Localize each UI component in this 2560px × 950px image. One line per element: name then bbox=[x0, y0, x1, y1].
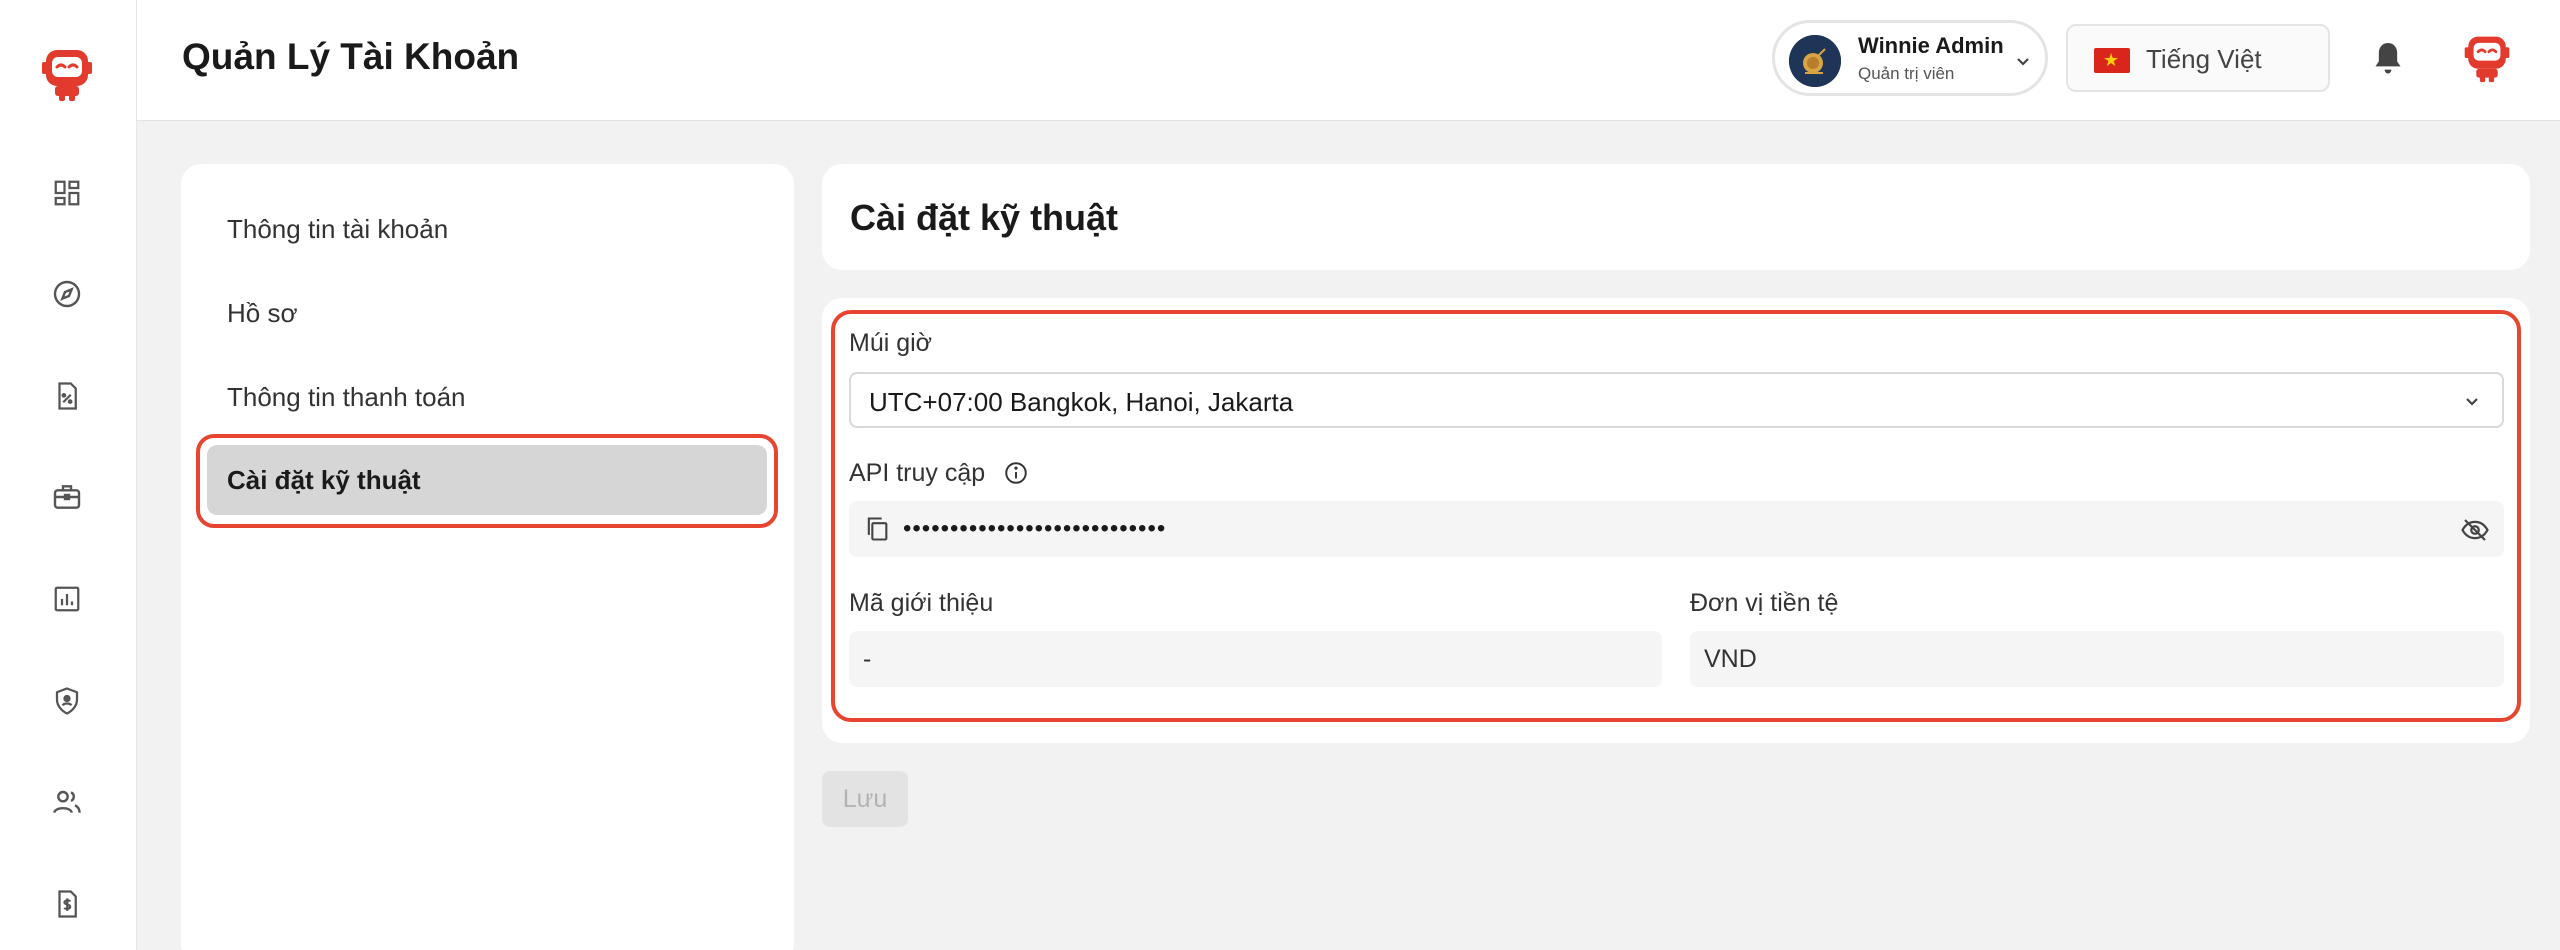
api-key-masked: •••••••••••••••••••••••••••• bbox=[903, 515, 1167, 542]
section-title: Cài đặt kỹ thuật bbox=[850, 197, 1119, 238]
eye-off-icon[interactable] bbox=[2460, 515, 2490, 545]
api-key-field[interactable]: •••••••••••••••••••••••••••• bbox=[849, 501, 2504, 557]
robot-logo-icon[interactable] bbox=[40, 46, 94, 102]
shield-user-icon[interactable] bbox=[48, 682, 86, 720]
user-role: Quản trị viên bbox=[1858, 64, 1955, 83]
menu-item-account-info[interactable]: Thông tin tài khoản bbox=[207, 194, 767, 264]
menu-item-payment-info[interactable]: Thông tin thanh toán bbox=[207, 362, 767, 432]
referral-code-value: - bbox=[863, 645, 872, 673]
vietnam-flag-icon: ★ bbox=[2094, 48, 2130, 73]
currency-label: Đơn vị tiền tệ bbox=[1690, 589, 1839, 617]
page-title: Quản Lý Tài Khoản bbox=[182, 36, 520, 77]
menu-item-label: Cài đặt kỹ thuật bbox=[227, 465, 421, 495]
language-selector[interactable]: ★ Tiếng Việt bbox=[2066, 24, 2330, 92]
timezone-label: Múi giờ bbox=[849, 329, 933, 357]
avatar bbox=[1789, 35, 1841, 87]
compass-icon[interactable] bbox=[48, 275, 86, 313]
bar-chart-icon[interactable] bbox=[48, 580, 86, 618]
briefcase-icon[interactable] bbox=[48, 478, 86, 516]
section-header: Cài đặt kỹ thuật bbox=[822, 164, 2530, 270]
user-name: Winnie Admin bbox=[1858, 33, 2004, 58]
bell-icon[interactable] bbox=[2368, 38, 2408, 78]
timezone-select[interactable]: UTC+07:00 Bangkok, Hanoi, Jakarta bbox=[849, 372, 2504, 428]
api-access-label: API truy cập bbox=[849, 459, 986, 487]
currency-value: VND bbox=[1704, 645, 1757, 673]
menu-item-label: Thông tin thanh toán bbox=[227, 382, 466, 412]
menu-item-label: Hồ sơ bbox=[227, 298, 298, 328]
timezone-value: UTC+07:00 Bangkok, Hanoi, Jakarta bbox=[869, 387, 1294, 417]
sidebar-rail bbox=[0, 0, 137, 950]
user-menu-button[interactable]: Winnie Admin Quản trị viên bbox=[1772, 20, 2048, 96]
top-header: Quản Lý Tài Khoản Winnie Admin Quản trị … bbox=[137, 0, 2560, 121]
menu-item-profile[interactable]: Hồ sơ bbox=[207, 278, 767, 348]
settings-menu: Thông tin tài khoản Hồ sơ Thông tin than… bbox=[181, 164, 794, 950]
menu-item-label: Thông tin tài khoản bbox=[227, 214, 449, 244]
save-button[interactable]: Lưu bbox=[822, 771, 908, 827]
invoice-dollar-icon[interactable] bbox=[48, 885, 86, 923]
receipt-percent-icon[interactable] bbox=[48, 377, 86, 415]
referral-code-label: Mã giới thiệu bbox=[849, 589, 994, 617]
dashboard-icon[interactable] bbox=[48, 174, 86, 212]
menu-item-technical-settings[interactable]: Cài đặt kỹ thuật bbox=[207, 445, 767, 515]
referral-code-field: - bbox=[849, 631, 1662, 687]
robot-logo-icon[interactable] bbox=[2462, 33, 2512, 83]
users-icon[interactable] bbox=[48, 783, 86, 821]
chevron-down-icon bbox=[2466, 398, 2478, 406]
chevron-down-icon bbox=[2017, 58, 2029, 66]
copy-icon[interactable] bbox=[863, 515, 891, 543]
currency-field: VND bbox=[1690, 631, 2504, 687]
technical-settings-form: Múi giờ UTC+07:00 Bangkok, Hanoi, Jakart… bbox=[822, 298, 2530, 743]
save-button-label: Lưu bbox=[842, 784, 888, 813]
language-label: Tiếng Việt bbox=[2146, 44, 2262, 74]
info-icon[interactable] bbox=[1003, 460, 1029, 486]
